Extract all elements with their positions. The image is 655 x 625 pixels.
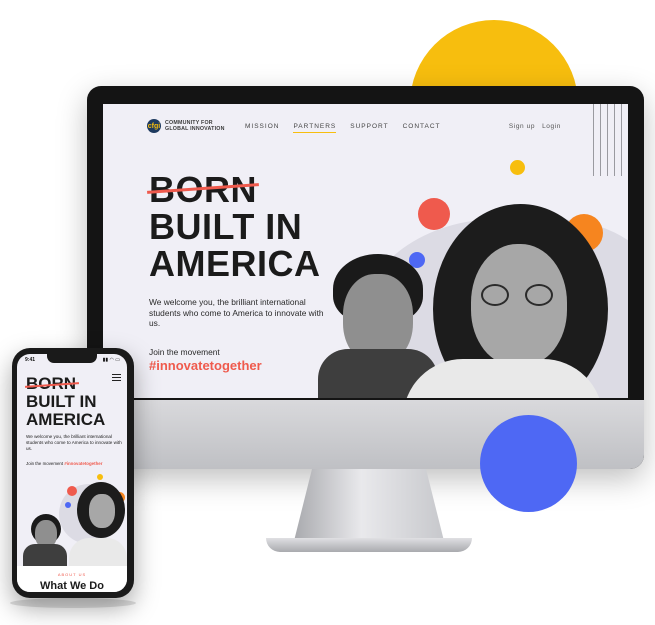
imac-stand [294,469,444,541]
nav-item-support[interactable]: SUPPORT [350,123,388,133]
hamburger-menu-icon[interactable] [112,374,121,383]
login-link[interactable]: Login [542,123,561,130]
nav-auth: Sign up Login [509,123,561,130]
imac-base [266,538,472,552]
nav-links: MISSION PARTNERS SUPPORT CONTACT [245,123,441,133]
site-nav: cfgi COMMUNITY FOR GLOBAL INNOVATION MIS… [103,104,628,176]
hero-title-line2: AMERICA [149,243,321,284]
hero-hashtag[interactable]: #innovatetogether [149,358,262,373]
woman-photo-face [471,244,567,366]
signup-link[interactable]: Sign up [509,123,535,130]
phone-time: 9:41 [25,357,36,363]
phone-status-icons: ▮▮ ◠ ▭ [102,357,120,363]
phone-join-label: Join the movement [26,461,64,466]
desktop-screen: cfgi COMMUNITY FOR GLOBAL INNOVATION MIS… [103,104,628,398]
nav-item-contact[interactable]: CONTACT [403,123,441,133]
site-logo[interactable]: cfgi COMMUNITY FOR GLOBAL INNOVATION [147,119,225,133]
mockup-stage: cfgi COMMUNITY FOR GLOBAL INNOVATION MIS… [0,0,655,625]
phone-hero-copy: We welcome you, the brilliant internatio… [26,434,122,451]
phone-hashtag[interactable]: #innovatetogether [64,461,102,466]
hero-copy: We welcome you, the brilliant internatio… [149,297,324,329]
hero-join-text: Join the movement [149,347,220,357]
phone-join-text: Join the movement #innovatetogether [26,461,102,466]
hero-title-line1: BUILT IN [149,206,303,247]
phone-shadow [10,598,136,608]
phone-notch [47,354,97,363]
phone-about-label: ABOUT US [57,572,87,577]
logo-icon: cfgi [147,119,161,133]
glasses-right-icon [525,284,553,306]
yellow-dot [510,160,525,175]
phone-screen: 9:41 ▮▮ ◠ ▭ BORN BUILT IN AMERICA We wel… [17,354,127,592]
blue-decor-circle [480,415,577,512]
logo-line2: GLOBAL INNOVATION [165,126,225,132]
phone-title-line1: BUILT IN [26,392,97,411]
red-dot [418,198,450,230]
phone-title-line2: AMERICA [26,410,106,429]
nav-item-mission[interactable]: MISSION [245,123,279,133]
phone-hero-photo [17,474,127,566]
phone-about-heading: What We Do [40,580,104,592]
decor-vertical-lines [580,104,622,176]
glasses-left-icon [481,284,509,306]
nav-item-partners[interactable]: PARTNERS [293,123,337,133]
